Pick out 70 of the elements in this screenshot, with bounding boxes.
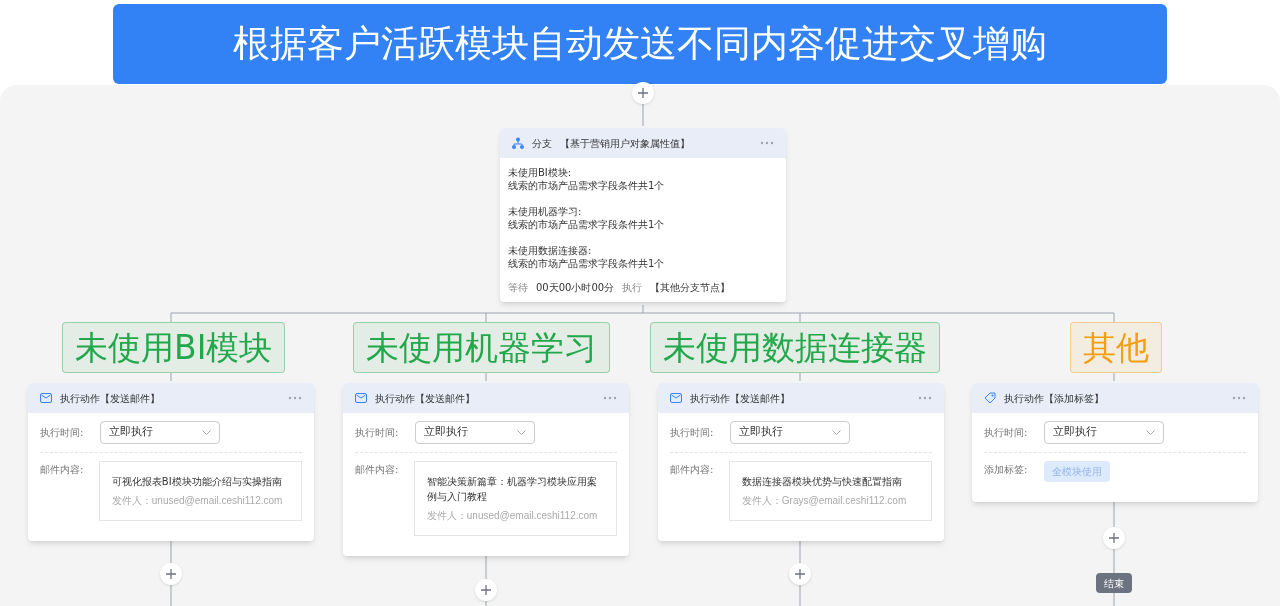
add-node-button[interactable] [1103, 527, 1125, 549]
card-title: 执行动作【发送邮件】 [690, 391, 790, 406]
plus-icon [794, 568, 806, 580]
email-sender: 发件人：unused@email.ceshi112.com [111, 494, 284, 508]
add-node-button[interactable] [160, 563, 182, 585]
condition-name: 未使用机器学习: [508, 205, 583, 218]
branch-icon [512, 137, 524, 149]
envelope-icon [670, 393, 682, 403]
email-subject: 可视化报表BI模块功能介绍与实操指南 [111, 475, 283, 489]
email-sender: 发件人：Grays@email.ceshi112.com [741, 494, 908, 508]
exec-target: 【其他分支节点】 [650, 281, 731, 294]
title-banner: 根据客户活跃模块自动发送不同内容促进交叉增购 [113, 4, 1167, 84]
field-label: 邮件内容: [355, 463, 400, 477]
branch-label: 未使用数据连接器 [650, 322, 940, 373]
action-card[interactable]: 执行动作【发送邮件】 执行时间: 立即执行 邮件内容: 数据连接器模块优势与快速配置指南 发件人：Grays@email.ceshi112.com [658, 383, 944, 541]
exec-label: 执行 [622, 281, 643, 294]
field-label: 执行时间: [670, 426, 715, 440]
add-node-button[interactable] [475, 579, 497, 601]
field-label: 邮件内容: [40, 463, 85, 477]
time-select[interactable]: 立即执行 [100, 421, 220, 444]
end-node[interactable]: 结束 [1096, 573, 1132, 593]
email-subject: 智能决策新篇章：机器学习模块应用案例与入门教程 [426, 475, 598, 504]
field-label: 邮件内容: [670, 463, 715, 477]
add-node-button[interactable] [789, 563, 811, 585]
email-sender: 发件人：unused@email.ceshi112.com [426, 509, 599, 523]
condition-desc: 线索的市场产品需求字段条件共1个 [508, 257, 666, 270]
branch-node[interactable]: 分支 【基于营销用户对象属性值】 未使用BI模块: 线索的市场产品需求字段条件共1个 未使用机器学习: 线索的市场产品需求字段条件共1个 未使用数据连接器: 线索的市场产品需求字段条件共1个 等待 00天00小时00分 执行 【其他分支节点】 [500, 128, 786, 302]
more-icon[interactable] [603, 396, 617, 400]
plus-icon [480, 584, 492, 596]
add-node-button[interactable] [632, 82, 654, 104]
branch-label: 未使用机器学习 [353, 322, 610, 373]
more-icon[interactable] [288, 396, 302, 400]
tag-icon [984, 392, 996, 404]
condition-desc: 线索的市场产品需求字段条件共1个 [508, 218, 666, 231]
chevron-down-icon [202, 430, 211, 435]
time-select[interactable]: 立即执行 [1044, 421, 1164, 444]
branch-title: 分支 [532, 136, 552, 151]
more-icon[interactable] [760, 141, 774, 145]
branch-label: 未使用BI模块 [62, 322, 286, 373]
branch-type: 【基于营销用户对象属性值】 [560, 136, 690, 151]
email-subject: 数据连接器模块优势与快速配置指南 [741, 475, 903, 489]
time-select[interactable]: 立即执行 [730, 421, 850, 444]
envelope-icon [355, 393, 367, 403]
condition-name: 未使用数据连接器: [508, 244, 593, 257]
time-select[interactable]: 立即执行 [415, 421, 535, 444]
chevron-down-icon [1146, 430, 1155, 435]
field-label: 执行时间: [40, 426, 85, 440]
action-card[interactable]: 执行动作【发送邮件】 执行时间: 立即执行 邮件内容: 可视化报表BI模块功能介绍与实操指南 发件人：unused@email.ceshi112.com [28, 383, 314, 541]
chevron-down-icon [517, 430, 526, 435]
condition-desc: 线索的市场产品需求字段条件共1个 [508, 179, 666, 192]
plus-icon [165, 568, 177, 580]
field-label: 添加标签: [984, 463, 1029, 477]
action-card[interactable]: 执行动作【发送邮件】 执行时间: 立即执行 邮件内容: 智能决策新篇章：机器学习模块应用案例与入门教程 发件人：unused@email.ceshi112.com [343, 383, 629, 556]
plus-icon [637, 87, 649, 99]
more-icon[interactable] [1232, 396, 1246, 400]
chevron-down-icon [832, 430, 841, 435]
card-title: 执行动作【发送邮件】 [60, 391, 160, 406]
card-title: 执行动作【添加标签】 [1004, 391, 1104, 406]
envelope-icon [40, 393, 52, 403]
condition-name: 未使用BI模块: [508, 166, 573, 179]
tag-chip: 全模块使用 [1044, 461, 1110, 482]
card-title: 执行动作【发送邮件】 [375, 391, 475, 406]
branch-label: 其他 [1070, 322, 1162, 373]
action-card[interactable]: 执行动作【添加标签】 执行时间: 立即执行 添加标签: 全模块使用 [972, 383, 1258, 502]
wait-label: 等待 [508, 281, 528, 294]
wait-value: 00天00小时00分 [536, 281, 615, 294]
field-label: 执行时间: [355, 426, 400, 440]
plus-icon [1108, 532, 1120, 544]
more-icon[interactable] [918, 396, 932, 400]
field-label: 执行时间: [984, 426, 1029, 440]
